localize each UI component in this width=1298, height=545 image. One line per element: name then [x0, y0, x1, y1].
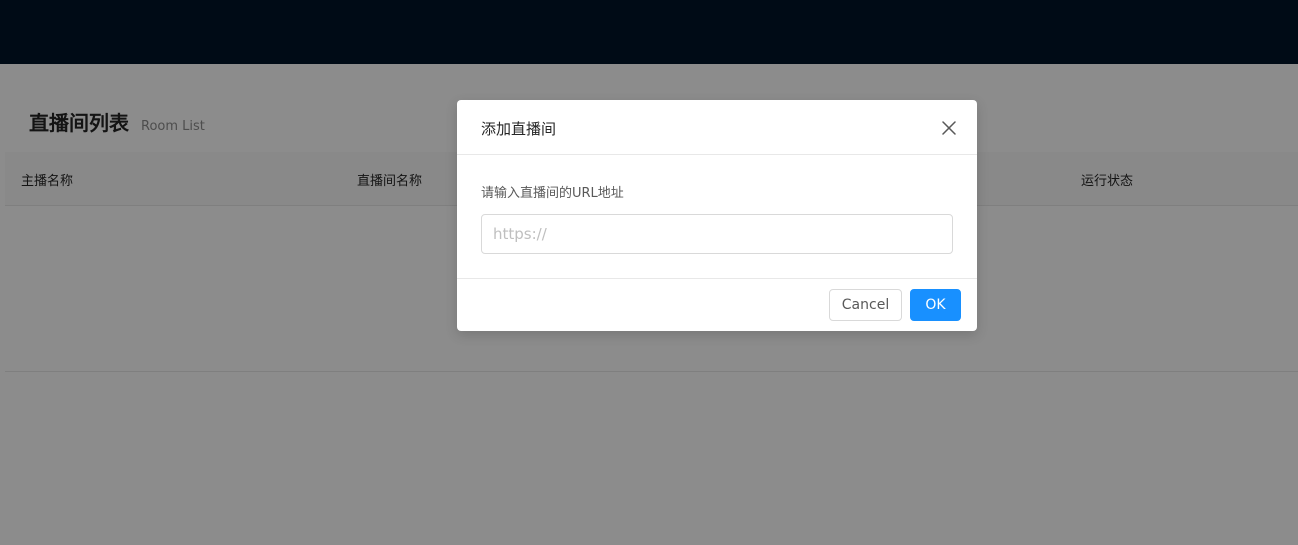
url-label: 请输入直播间的URL地址 — [481, 186, 624, 201]
modal-footer: Cancel OK — [457, 278, 977, 331]
cancel-button[interactable]: Cancel — [829, 289, 902, 321]
modal-title: 添加直播间 — [481, 120, 557, 138]
modal-header: 添加直播间 — [457, 100, 977, 155]
url-input[interactable] — [481, 214, 953, 254]
ok-button[interactable]: OK — [910, 289, 961, 321]
add-room-modal: 添加直播间 请输入直播间的URL地址 Cancel OK — [457, 100, 977, 331]
modal-body: 请输入直播间的URL地址 — [457, 155, 977, 279]
close-icon[interactable] — [939, 118, 959, 138]
